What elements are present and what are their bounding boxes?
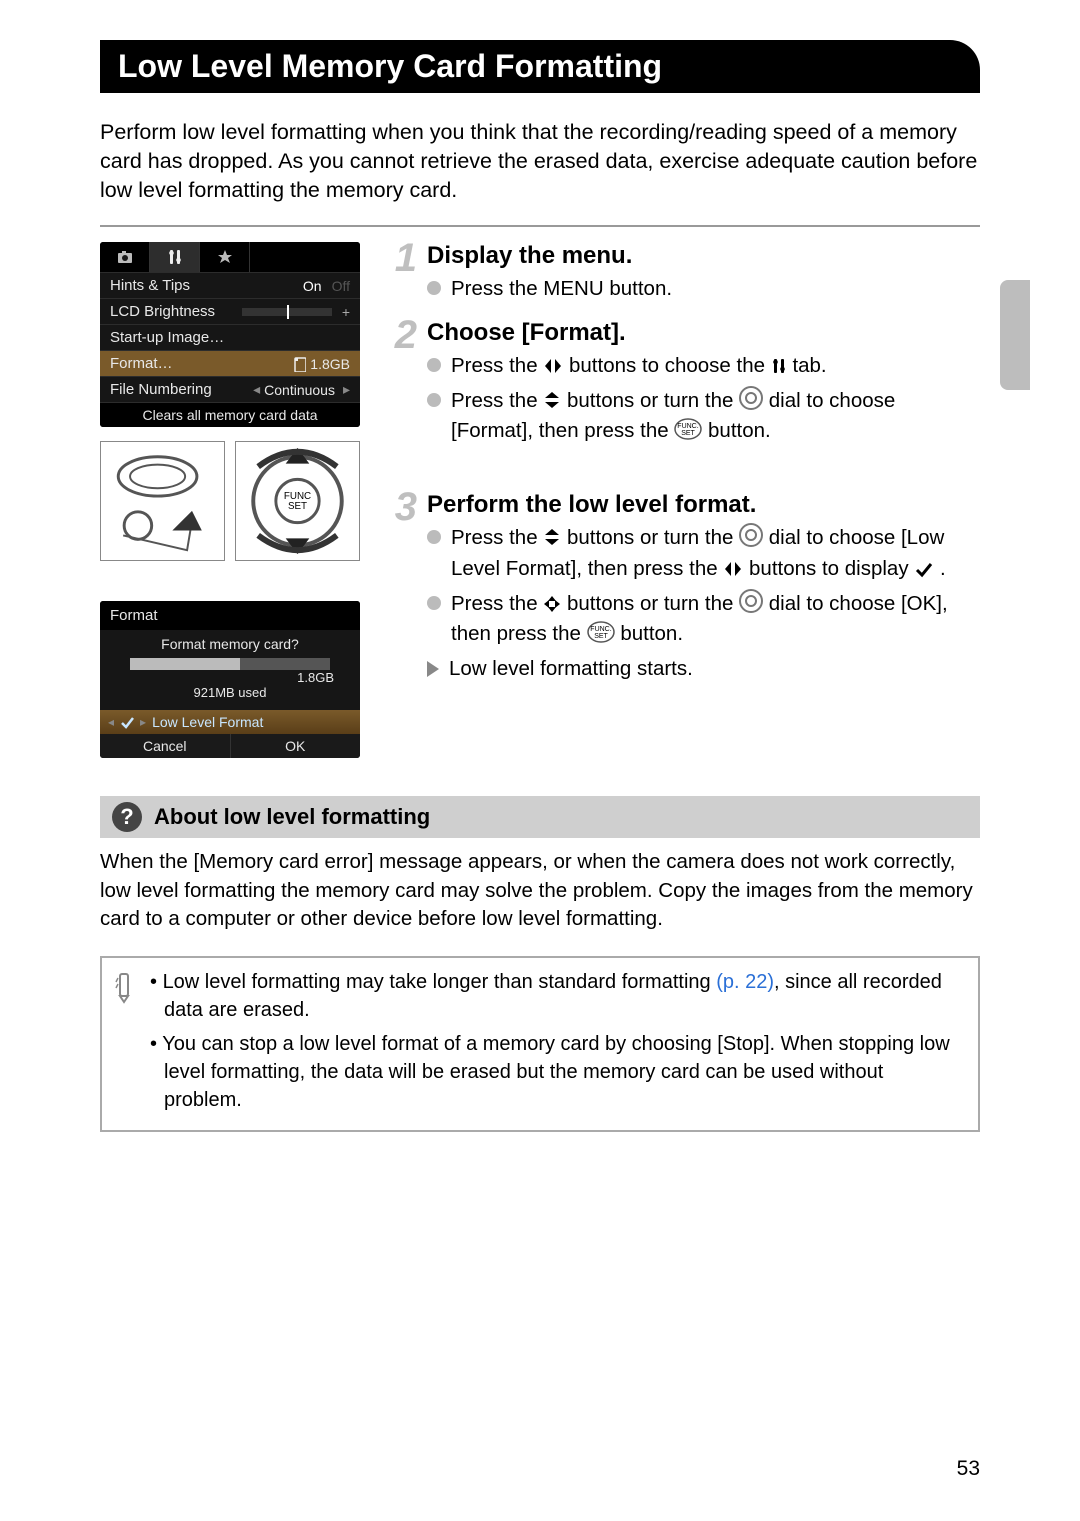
format-screen-title: Format [100, 601, 360, 630]
control-illustrations: FUNC SET [100, 441, 360, 561]
tab-star-icon [200, 242, 250, 272]
format-used-size: 921MB used [110, 685, 350, 700]
step-2-bullet-2: Press the buttons or turn the dial to ch… [427, 386, 980, 448]
menu-footer: Clears all memory card data [100, 402, 360, 427]
tools-tab-icon [771, 357, 787, 375]
format-ok: OK [230, 734, 361, 758]
step-1-bullet-1: Press the MENU button. [427, 274, 980, 305]
divider [100, 225, 980, 227]
chapter-thumb-tab [1000, 280, 1030, 390]
lcd-menu-screenshot: Hints & Tips OnOff LCD Brightness + Star… [100, 242, 360, 427]
step-3-number: 3 [385, 491, 417, 689]
format-llf-row: ◂ ▸ Low Level Format [100, 710, 360, 734]
menu-format-value: 1.8GB [292, 356, 350, 372]
step-2-bullet-1: Press the buttons to choose the tab. [427, 351, 980, 382]
step-3-title: Perform the low level format. [427, 491, 980, 519]
menu-lcd-slider: + [242, 304, 350, 320]
control-dial-icon [739, 523, 763, 547]
menu-format-label: Format… [110, 355, 173, 372]
step-1-number: 1 [385, 242, 417, 309]
about-heading-bar: ? About low level formatting [100, 796, 980, 838]
question-mark-icon: ? [112, 802, 142, 832]
left-right-icon [543, 357, 563, 375]
dial-illustration-right: FUNC SET [235, 441, 360, 561]
step-3-bullet-2: Press the buttons or turn the dial to ch… [427, 589, 980, 651]
menu-filenum-value: ◂ Continuous ▸ [253, 381, 350, 398]
tab-camera-icon [100, 242, 150, 272]
pencil-note-icon [114, 972, 136, 1120]
menu-hints-value: OnOff [303, 278, 350, 294]
intro-paragraph: Perform low level formatting when you th… [100, 118, 980, 205]
step-3-bullet-1: Press the buttons or turn the dial to ch… [427, 523, 980, 585]
page-reference-link[interactable]: (p. 22) [716, 971, 774, 993]
format-question: Format memory card? [110, 636, 350, 652]
step-3-bullet-3: Low level formatting starts. [427, 654, 980, 685]
dial-illustration-left [100, 441, 225, 561]
menu-button-label: MENU [543, 277, 603, 300]
about-body: When the [Memory card error] message app… [100, 848, 980, 934]
four-way-icon [543, 595, 561, 613]
svg-text:SET: SET [288, 501, 307, 512]
step-2-number: 2 [385, 319, 417, 451]
step-1-title: Display the menu. [427, 242, 980, 270]
up-down-icon [543, 390, 561, 410]
control-dial-icon [739, 386, 763, 410]
note-item-1: Low level formatting may take longer tha… [150, 968, 960, 1024]
func-set-icon [674, 418, 702, 440]
note-box: Low level formatting may take longer tha… [100, 956, 980, 1132]
left-right-icon [723, 560, 743, 578]
about-title: About low level formatting [154, 804, 430, 830]
control-dial-icon [739, 589, 763, 613]
checkmark-icon [914, 560, 934, 578]
page-title: Low Level Memory Card Formatting [100, 40, 980, 93]
menu-hints-label: Hints & Tips [110, 277, 190, 294]
format-cancel: Cancel [100, 734, 230, 758]
page-number: 53 [957, 1457, 980, 1481]
up-down-icon [543, 527, 561, 547]
format-total-size: 1.8GB [110, 670, 350, 685]
note-item-2: You can stop a low level format of a mem… [150, 1030, 960, 1114]
step-2-title: Choose [Format]. [427, 319, 980, 347]
menu-startup-label: Start-up Image… [110, 329, 224, 346]
menu-filenum-label: File Numbering [110, 381, 212, 398]
menu-lcd-label: LCD Brightness [110, 303, 215, 320]
lcd-format-screenshot: Format Format memory card? 1.8GB 921MB u… [100, 601, 360, 758]
func-set-icon [587, 621, 615, 643]
tab-tools-icon [150, 242, 200, 272]
format-usage-bar [130, 658, 330, 670]
